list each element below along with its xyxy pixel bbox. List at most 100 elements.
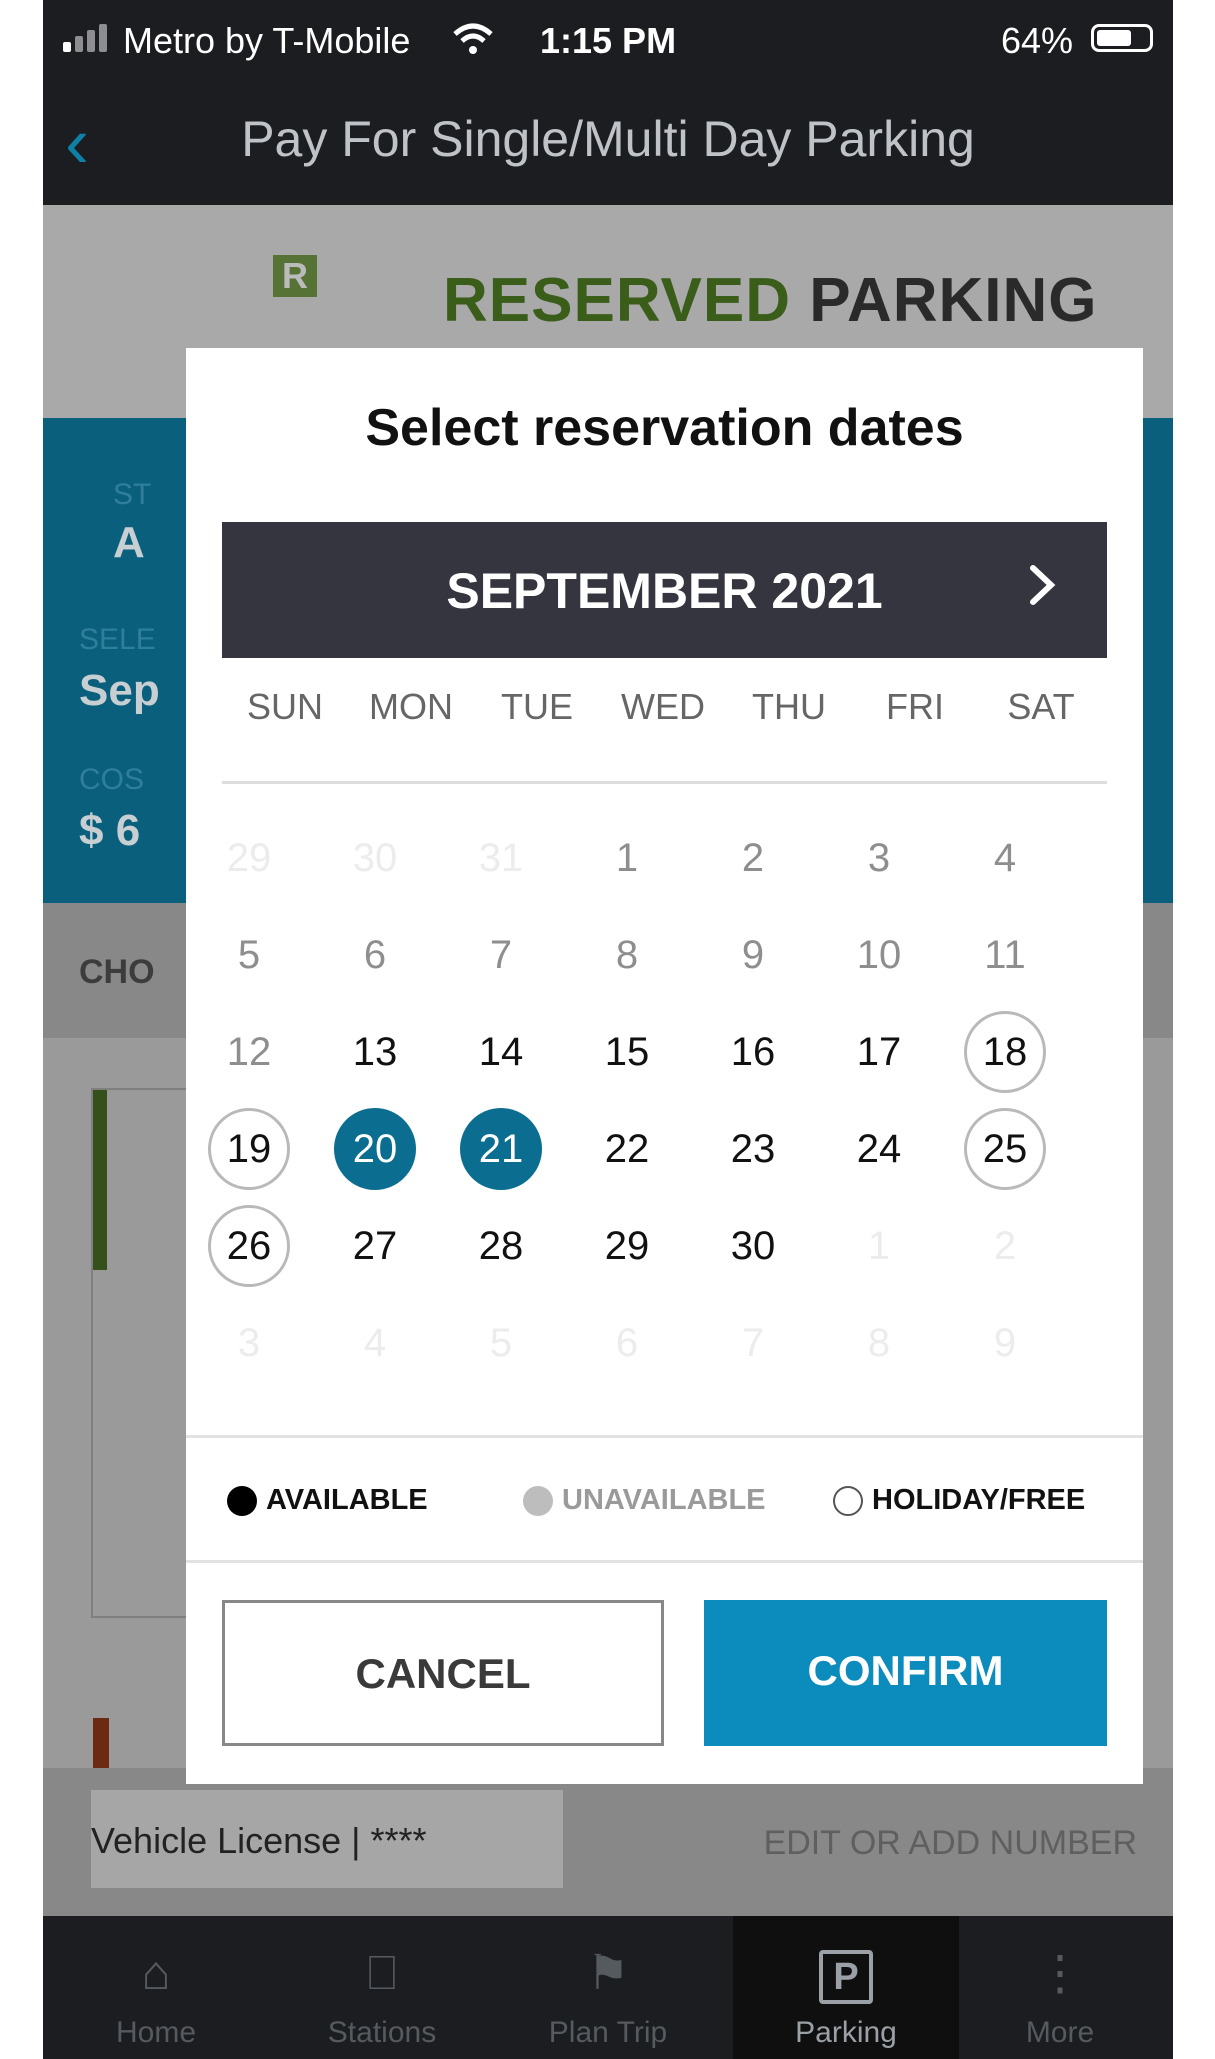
legend-unavailable: UNAVAILABLE xyxy=(562,1484,766,1516)
calendar-day: 2 xyxy=(993,1224,1017,1268)
legend-available: AVAILABLE xyxy=(266,1484,428,1516)
calendar-day[interactable]: 15 xyxy=(586,1011,668,1093)
calendar-day: 7 xyxy=(741,1321,765,1365)
weekday-label: SAT xyxy=(1007,686,1075,727)
weekday-header: SUN MON TUE WED THU FRI SAT xyxy=(222,686,1107,746)
calendar-day[interactable]: 25 xyxy=(964,1108,1046,1190)
calendar-day[interactable]: 19 xyxy=(208,1108,290,1190)
more-icon: ⋮ xyxy=(1036,1947,1084,2000)
next-month-chevron-icon[interactable] xyxy=(1019,560,1065,610)
calendar-day: 8 xyxy=(615,933,639,977)
parking-icon: P xyxy=(733,1946,959,2004)
tab-label: More xyxy=(1025,2016,1095,2049)
divider xyxy=(186,1560,1143,1563)
tab-plan-trip[interactable]: ⚑ Plan Trip xyxy=(495,1916,721,2059)
calendar-day[interactable]: 14 xyxy=(460,1011,542,1093)
weekday-label: THU xyxy=(752,686,826,727)
weekday-label: MON xyxy=(369,686,453,727)
date-picker-modal: Select reservation dates SEPTEMBER 2021 … xyxy=(186,348,1143,1784)
modal-title: Select reservation dates xyxy=(365,399,964,457)
edit-number-link[interactable]: EDIT OR ADD NUMBER xyxy=(764,1824,1137,1863)
page-title: Pay For Single/Multi Day Parking xyxy=(241,111,975,167)
legend-holiday: HOLIDAY/FREE xyxy=(872,1484,1086,1516)
bottom-tab-bar: ⌂ Home ⎕ Stations ⚑ Plan Trip P Parking … xyxy=(43,1916,1173,2059)
calendar-day[interactable]: 29 xyxy=(586,1205,668,1287)
month-label: SEPTEMBER 2021 xyxy=(446,563,883,619)
field-label-station: ST xyxy=(113,478,152,511)
calendar-day: 5 xyxy=(237,933,261,977)
calendar-day: 5 xyxy=(489,1321,513,1365)
calendar-day: 11 xyxy=(984,933,1026,977)
calendar-day: 30 xyxy=(352,836,398,880)
holiday-dot-icon xyxy=(833,1486,863,1516)
section-label: CHO xyxy=(79,953,155,991)
available-dot-icon xyxy=(227,1486,257,1516)
carrier-label: Metro by T-Mobile xyxy=(123,20,411,61)
map-pin-icon: ⚑ xyxy=(586,1947,630,2000)
calendar-day: 9 xyxy=(741,933,765,977)
home-icon: ⌂ xyxy=(141,1947,171,2000)
calendar-day[interactable]: 13 xyxy=(334,1011,416,1093)
wifi-icon xyxy=(453,23,493,54)
weekday-label: TUE xyxy=(501,686,573,727)
tab-stations[interactable]: ⎕ Stations xyxy=(269,1916,495,2059)
calendar-day[interactable]: 28 xyxy=(460,1205,542,1287)
tab-parking[interactable]: P Parking xyxy=(733,1916,959,2059)
vehicle-license-field[interactable]: Vehicle License | **** xyxy=(91,1790,563,1888)
battery-percent: 64% xyxy=(1000,20,1073,61)
cancel-button[interactable]: CANCEL xyxy=(222,1600,664,1746)
tab-label: Plan Trip xyxy=(548,2016,668,2049)
calendar-day[interactable]: 17 xyxy=(838,1011,920,1093)
card-stripe-green xyxy=(93,1090,107,1270)
calendar-day: 7 xyxy=(489,933,513,977)
calendar-day[interactable]: 18 xyxy=(964,1011,1046,1093)
weekday-label: WED xyxy=(621,686,705,727)
field-value-dates[interactable]: Sep xyxy=(79,666,160,716)
field-value-station[interactable]: A xyxy=(113,518,145,568)
calendar-day[interactable]: 27 xyxy=(334,1205,416,1287)
calendar-day[interactable]: 22 xyxy=(586,1108,668,1190)
vehicle-license-label: Vehicle License | **** xyxy=(91,1820,427,1861)
logo-text-green: RESERVED xyxy=(443,266,791,335)
calendar-day[interactable]: 20 xyxy=(334,1108,416,1190)
status-bar: Metro by T-Mobile 1:15 PM 64% xyxy=(43,0,1173,80)
calendar-day: 4 xyxy=(363,1321,387,1365)
calendar-day[interactable]: 16 xyxy=(712,1011,794,1093)
tab-label: Stations xyxy=(327,2016,437,2049)
calendar-day: 8 xyxy=(867,1321,891,1365)
calendar-day: 29 xyxy=(226,836,272,880)
calendar-day: 31 xyxy=(478,836,524,880)
calendar-day: 3 xyxy=(237,1321,261,1365)
clock: 1:15 PM xyxy=(540,20,677,61)
calendar-day[interactable]: 26 xyxy=(208,1205,290,1287)
calendar-day: 9 xyxy=(993,1321,1017,1365)
tab-home[interactable]: ⌂ Home xyxy=(43,1916,269,2059)
logo-text: RESERVED PARKING xyxy=(443,265,1098,336)
train-icon: ⎕ xyxy=(367,1947,397,2000)
field-value-cost: $ 6 xyxy=(79,806,141,855)
confirm-button[interactable]: CONFIRM xyxy=(704,1600,1107,1746)
calendar-day[interactable]: 21 xyxy=(460,1108,542,1190)
field-label-dates: SELE xyxy=(79,623,156,656)
weekday-label: SUN xyxy=(246,686,323,727)
calendar-day: 1 xyxy=(867,1224,891,1268)
calendar-day: 10 xyxy=(856,933,902,977)
calendar-day: 2 xyxy=(741,836,765,880)
calendar-day: 4 xyxy=(993,836,1017,880)
app-header: ‹ Pay For Single/Multi Day Parking xyxy=(43,80,1173,205)
calendar-day: 6 xyxy=(615,1321,639,1365)
calendar-day[interactable]: 23 xyxy=(712,1108,794,1190)
phone-screen: Metro by T-Mobile 1:15 PM 64% ‹ Pay For … xyxy=(43,0,1173,2059)
legend: AVAILABLE UNAVAILABLE HOLIDAY/FREE xyxy=(186,1438,1143,1560)
weekday-label: FRI xyxy=(886,686,944,727)
parking-badge-icon: R xyxy=(273,255,317,297)
signal-icon xyxy=(63,22,113,52)
tab-more[interactable]: ⋮ More xyxy=(947,1916,1173,2059)
calendar-day[interactable]: 30 xyxy=(712,1205,794,1287)
calendar-day[interactable]: 24 xyxy=(838,1108,920,1190)
calendar-day: 3 xyxy=(867,836,891,880)
tab-label: Home xyxy=(115,2016,197,2049)
calendar-day: 1 xyxy=(615,836,639,880)
calendar-day: 12 xyxy=(226,1030,272,1074)
unavailable-dot-icon xyxy=(523,1486,553,1516)
